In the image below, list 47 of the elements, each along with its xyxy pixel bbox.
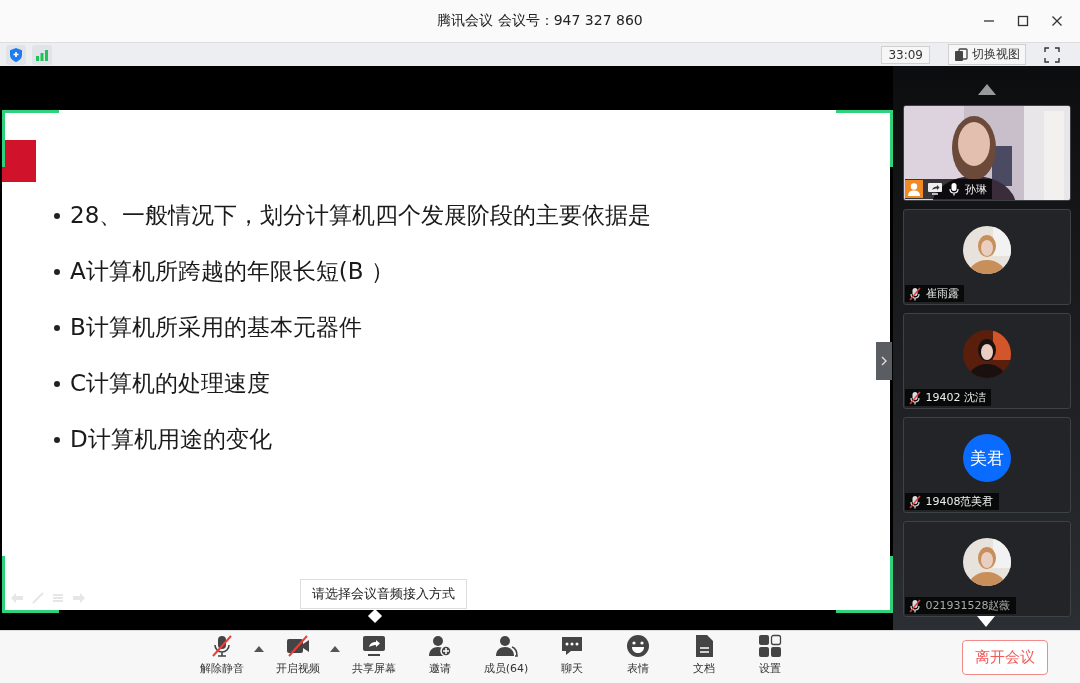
participant-tile[interactable]: 021931528赵薇	[902, 521, 1071, 617]
toolbar-button[interactable]: 邀请	[410, 634, 470, 680]
participant-tile[interactable]: 19402 沈洁	[902, 313, 1071, 409]
slide-text: C计算机的处理速度	[70, 369, 271, 398]
maximize-icon	[1017, 15, 1029, 27]
bullet-dot	[54, 436, 60, 443]
bullet-dot	[54, 324, 60, 331]
participant-name: 19408范美君	[925, 494, 994, 509]
window-title: 腾讯会议 会议号：947 327 860	[437, 12, 643, 30]
bullet-dot	[54, 380, 60, 387]
slide-text: D计算机用途的变化	[70, 425, 272, 454]
frame-corner	[2, 556, 59, 613]
meeting-timer: 33:09	[881, 45, 930, 64]
toolbar-button[interactable]: 表情	[608, 634, 668, 680]
toolbar-button[interactable]: 聊天	[542, 634, 602, 680]
participant-name: 崔雨露	[925, 286, 959, 301]
toolbar-button[interactable]: 开启视频	[268, 634, 328, 680]
participant-name: 19402 沈洁	[925, 390, 986, 405]
slide-text: B计算机所采用的基本元器件	[70, 313, 362, 342]
expand-panel-button[interactable]	[876, 342, 892, 380]
fullscreen-icon[interactable]	[1044, 46, 1060, 63]
bullet-dot	[54, 268, 60, 275]
initials-avatar: 美君	[962, 434, 1011, 482]
bullet-dot	[54, 212, 60, 219]
toolbar-button[interactable]: 文档	[674, 634, 734, 680]
participant-tile[interactable]: 美君 19408范美君	[902, 417, 1071, 513]
toolbar-button[interactable]: 解除静音	[192, 634, 252, 680]
participant-tile[interactable]: 崔雨露	[902, 209, 1071, 305]
toolbar-button[interactable]: 共享屏幕	[344, 634, 404, 680]
chevron-icon	[880, 355, 888, 367]
slide-text: 28、一般情况下，划分计算机四个发展阶段的主要依据是	[70, 201, 652, 230]
participant-tile[interactable]: 孙琳	[902, 105, 1071, 201]
audio-tooltip: 请选择会议音频接入方式	[300, 579, 467, 609]
slide-text: A计算机所跨越的年限长短(B ）	[70, 257, 394, 286]
scroll-up-icon[interactable]	[977, 84, 996, 95]
windows-icon	[954, 47, 968, 62]
participant-name: 孙琳	[964, 181, 987, 197]
slide-accent-block	[2, 140, 36, 182]
shield-icon[interactable]	[6, 44, 26, 65]
close-icon	[1051, 15, 1063, 27]
switch-view-button[interactable]: 切换视图	[948, 44, 1026, 65]
caret-icon	[254, 646, 264, 652]
frame-corner	[2, 110, 59, 167]
caret-icon	[330, 646, 340, 652]
toolbar-button[interactable]: 成员(64)	[476, 634, 536, 680]
participant-name: 021931528赵薇	[925, 598, 1011, 613]
toolbar-button[interactable]: 设置	[740, 634, 800, 680]
